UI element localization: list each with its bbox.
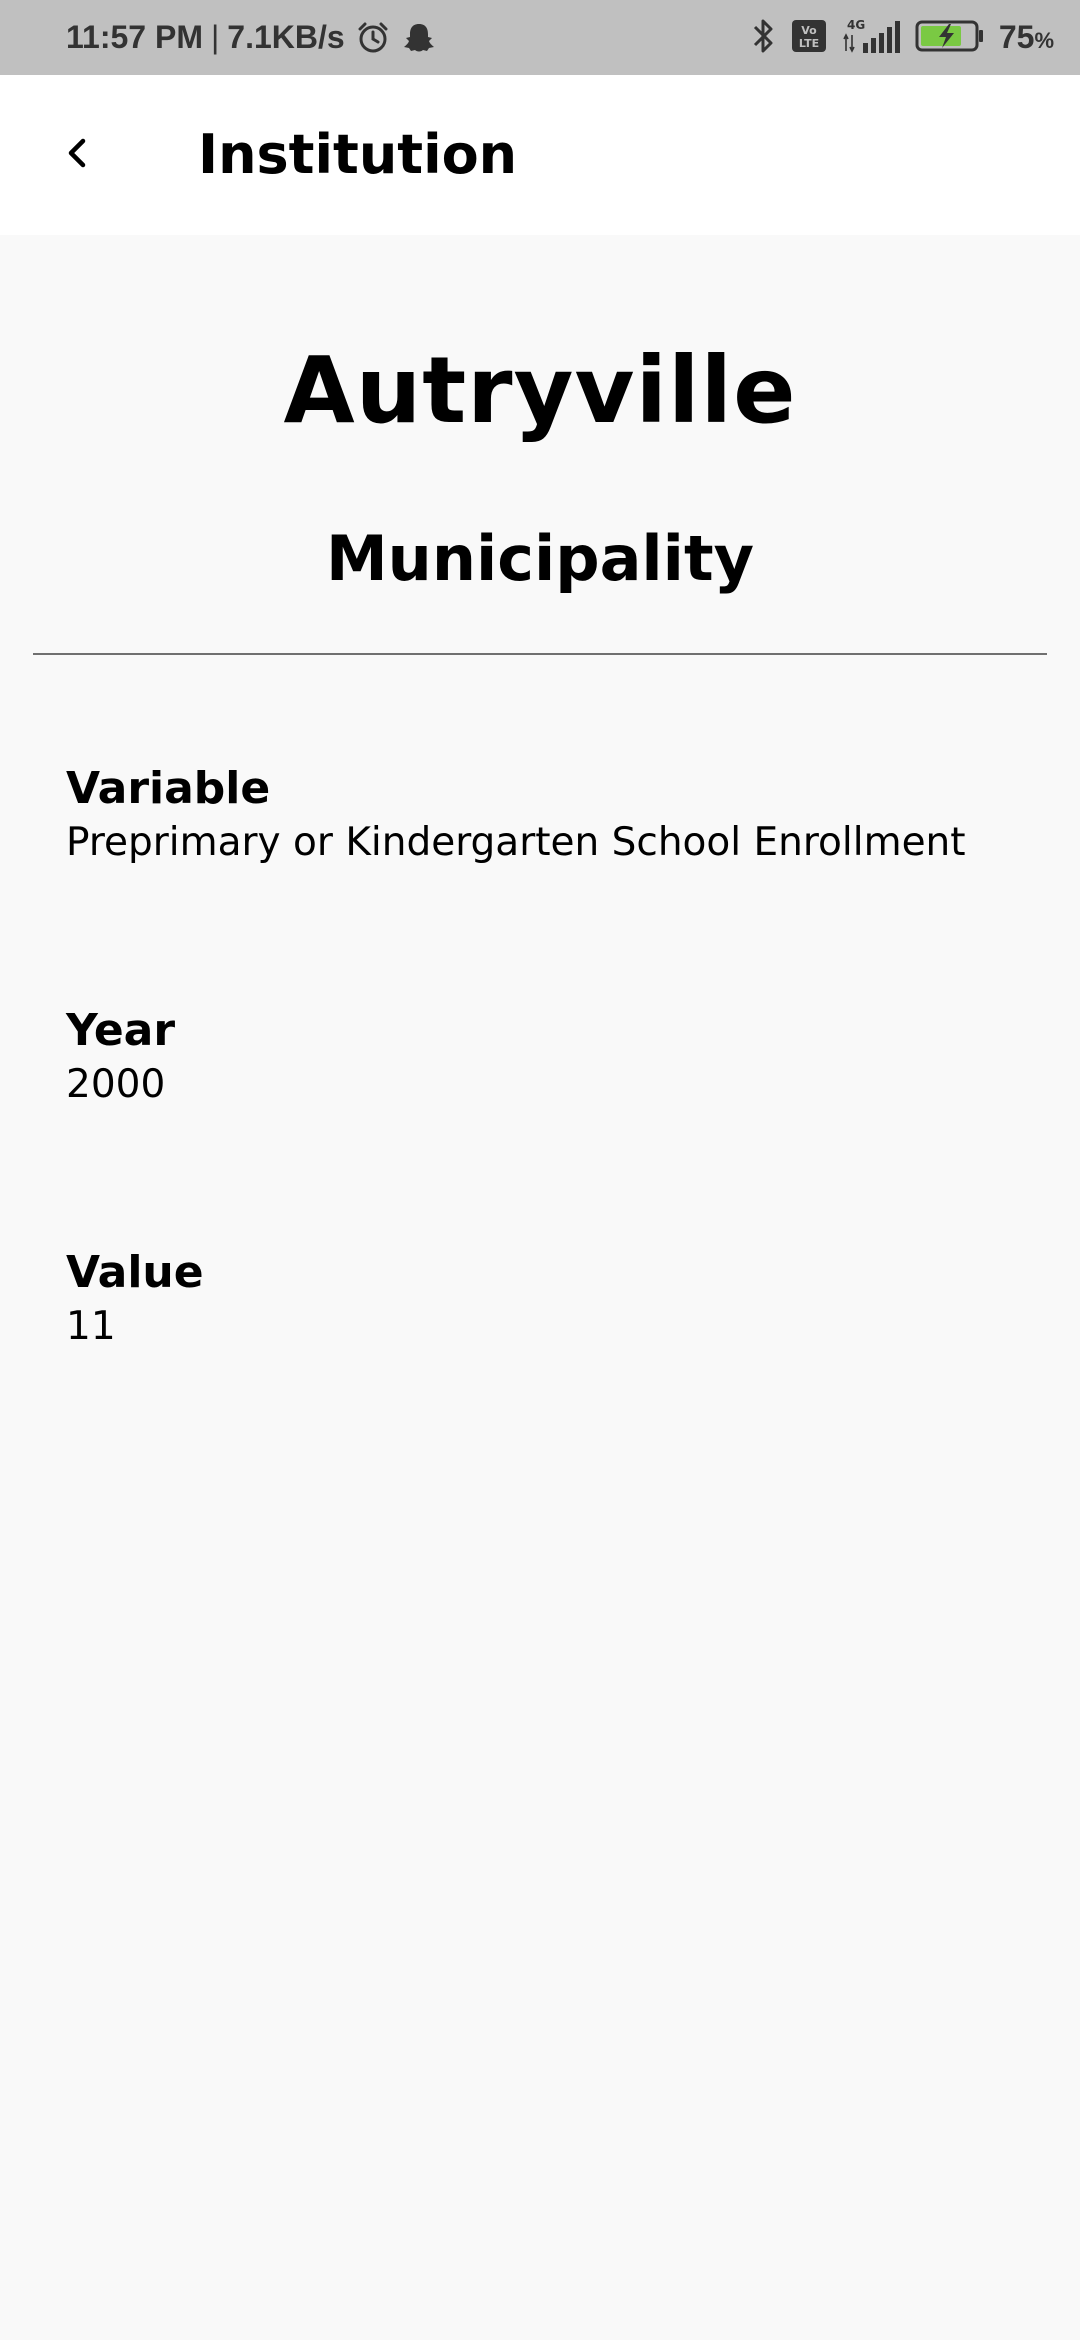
status-right: Vo LTE 4G 75% xyxy=(749,0,1054,75)
svg-text:Vo: Vo xyxy=(801,24,817,37)
field-label: Value xyxy=(66,1247,204,1298)
institution-screen: 11:57 PM | 7.1KB/s Vo LTE 4G 75% Institu… xyxy=(0,0,1080,2340)
field-value-count: Value 11 xyxy=(66,1247,1046,1352)
institution-type: Municipality xyxy=(325,522,754,595)
page-title: Institution xyxy=(198,123,518,186)
field-label: Variable xyxy=(66,763,271,814)
field-value: 11 xyxy=(66,1303,116,1349)
snapchat-icon xyxy=(401,20,437,56)
alarm-icon xyxy=(355,20,391,56)
status-time: 11:57 PM xyxy=(66,19,203,55)
battery-percent: 75 xyxy=(998,19,1035,55)
divider xyxy=(33,653,1047,655)
battery-percent-unit: % xyxy=(1034,28,1054,53)
field-label: Year xyxy=(66,1005,176,1056)
field-variable: Variable Preprimary or Kindergarten Scho… xyxy=(66,763,1046,868)
svg-text:LTE: LTE xyxy=(799,37,819,50)
status-separator: | xyxy=(210,19,220,55)
status-left: 11:57 PM | 7.1KB/s xyxy=(66,0,437,75)
battery-percent-group: 75% xyxy=(999,19,1054,56)
bluetooth-icon xyxy=(749,17,777,59)
status-bar: 11:57 PM | 7.1KB/s Vo LTE 4G 75% xyxy=(0,0,1080,75)
battery-charging-icon xyxy=(915,18,985,58)
chevron-left-icon xyxy=(58,133,98,177)
signal-icon: 4G xyxy=(841,17,901,59)
volte-icon: Vo LTE xyxy=(791,19,827,57)
field-value: 2000 xyxy=(66,1061,166,1107)
institution-name: Autryville xyxy=(283,337,797,444)
field-year: Year 2000 xyxy=(66,1005,1046,1110)
svg-text:4G: 4G xyxy=(847,18,865,32)
network-speed: 7.1KB/s xyxy=(227,19,345,55)
field-value: Preprimary or Kindergarten School Enroll… xyxy=(66,819,966,865)
back-button[interactable] xyxy=(36,113,120,197)
app-bar: Institution xyxy=(0,75,1080,235)
